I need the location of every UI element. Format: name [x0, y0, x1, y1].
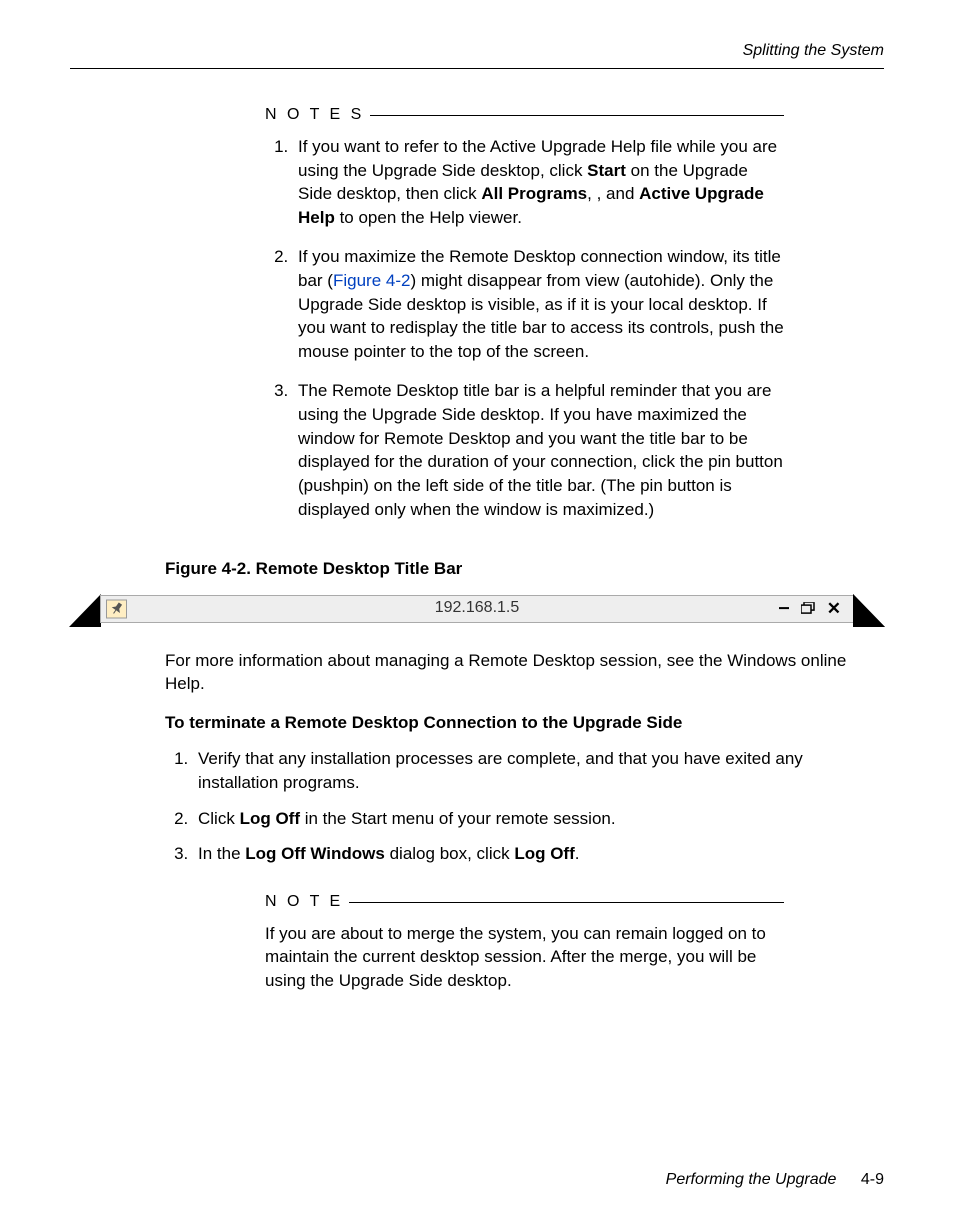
steps-list: Verify that any installation processes a…: [165, 747, 884, 866]
notes-item: The Remote Desktop title bar is a helpfu…: [293, 379, 784, 522]
page-header: Splitting the System: [70, 40, 884, 69]
running-title: Splitting the System: [70, 40, 884, 62]
notes-list: If you want to refer to the Active Upgra…: [265, 135, 784, 522]
restore-icon: [801, 603, 815, 615]
text-fragment: in the Start menu of your remote session…: [300, 809, 616, 828]
figure-end-arrow-left: [69, 594, 101, 627]
text-fragment: dialog box, click: [385, 844, 514, 863]
text-fragment: The Remote Desktop title bar is a helpfu…: [298, 381, 783, 519]
pin-button[interactable]: [106, 599, 127, 618]
text-fragment: Click: [198, 809, 240, 828]
note-block: N O T E If you are about to merge the sy…: [265, 891, 784, 993]
minimize-button[interactable]: [779, 597, 789, 621]
body-block: For more information about managing a Re…: [165, 649, 884, 867]
note-label: N O T E: [265, 891, 343, 913]
close-button[interactable]: ✕: [827, 597, 841, 621]
text-fragment: Verify that any installation processes a…: [198, 749, 803, 792]
note-rule: [349, 902, 784, 903]
step-item: Click Log Off in the Start menu of your …: [193, 807, 884, 831]
note-text: If you are about to merge the system, yo…: [265, 922, 784, 993]
notes-item: If you want to refer to the Active Upgra…: [293, 135, 784, 230]
bold-text: Start: [587, 161, 626, 180]
figure-caption: Figure 4-2. Remote Desktop Title Bar: [165, 557, 884, 581]
window-controls: ✕: [779, 597, 841, 621]
bold-text: Log Off Windows: [245, 844, 385, 863]
bold-text: Log Off: [240, 809, 300, 828]
figure-crossref-link[interactable]: Figure 4-2: [333, 271, 410, 290]
procedure-heading: To terminate a Remote Desktop Connection…: [165, 711, 884, 735]
notes-block: N O T E S If you want to refer to the Ac…: [265, 104, 784, 521]
body-paragraph: For more information about managing a Re…: [165, 649, 884, 697]
footer-page-number: 4-9: [861, 1171, 884, 1188]
notes-heading: N O T E S: [265, 104, 784, 126]
figure-end-arrow-right: [853, 594, 885, 627]
minimize-icon: [779, 607, 789, 609]
restore-button[interactable]: [801, 603, 815, 615]
text-fragment: , , and: [587, 184, 639, 203]
rdp-title-text: 192.168.1.5: [435, 597, 520, 619]
notes-item: If you maximize the Remote Desktop conne…: [293, 245, 784, 364]
pushpin-icon: [111, 603, 123, 615]
page-footer: Performing the Upgrade 4-9: [666, 1169, 884, 1191]
bold-text: Log Off: [514, 844, 574, 863]
step-item: In the Log Off Windows dialog box, click…: [193, 842, 884, 866]
notes-rule: [370, 115, 784, 116]
text-fragment: to open the Help viewer.: [335, 208, 522, 227]
rdp-titlebar-figure: 192.168.1.5 ✕: [70, 595, 884, 629]
footer-chapter: Performing the Upgrade: [666, 1171, 837, 1188]
bold-text: All Programs: [481, 184, 587, 203]
text-fragment: .: [575, 844, 580, 863]
notes-label: N O T E S: [265, 104, 364, 126]
rdp-titlebar: 192.168.1.5 ✕: [100, 595, 854, 623]
text-fragment: In the: [198, 844, 245, 863]
step-item: Verify that any installation processes a…: [193, 747, 884, 795]
note-heading: N O T E: [265, 891, 784, 913]
